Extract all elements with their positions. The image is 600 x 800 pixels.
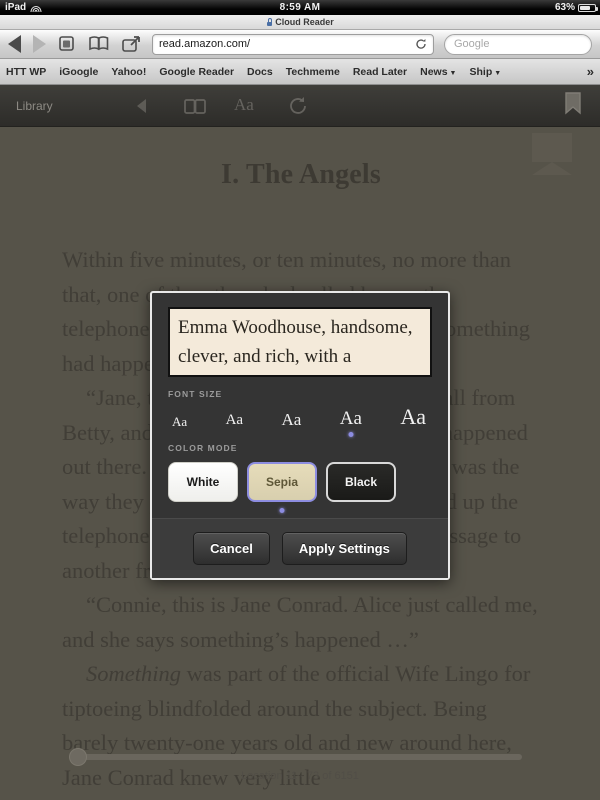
bookmark-item-igoogle[interactable]: iGoogle <box>59 66 98 78</box>
bookmark-label: Read Later <box>352 65 408 78</box>
cancel-button[interactable]: Cancel <box>193 532 270 565</box>
font-preview: Emma Woodhouse, handsome, clever, and ri… <box>168 307 432 377</box>
font-size-selected-indicator <box>348 432 354 437</box>
carrier-label: iPad <box>5 2 27 13</box>
browser-toolbar: read.amazon.com/ Google <box>0 30 600 59</box>
book-icon[interactable] <box>88 34 110 54</box>
share-icon[interactable] <box>120 34 142 54</box>
ios-status-bar: iPad 8:59 AM 63% <box>0 0 600 15</box>
font-size-option-3[interactable]: Aa <box>282 411 302 432</box>
bookmark-label: iGoogle <box>59 65 99 78</box>
bookmarks-bar: HTT WP iGoogle Yahoo! Google Reader Docs… <box>0 59 600 85</box>
bookmark-label: News <box>420 65 448 78</box>
font-size-options: Aa Aa Aa Aa Aa <box>168 402 432 437</box>
bookmark-label: Yahoo! <box>111 65 147 78</box>
font-size-option-label: Aa <box>172 414 188 429</box>
battery-percent-label: 63% <box>554 2 575 13</box>
font-size-option-4[interactable]: Aa <box>339 408 362 437</box>
font-size-option-5[interactable]: Aa <box>400 406 426 432</box>
settings-footer: Cancel Apply Settings <box>152 518 448 578</box>
font-size-option-label: Aa <box>339 408 362 429</box>
battery-icon <box>578 3 598 12</box>
forward-arrow-icon[interactable] <box>33 35 46 53</box>
back-arrow-icon[interactable] <box>130 95 156 117</box>
chevron-down-icon: ▼ <box>494 69 502 77</box>
bookmark-label: Google Reader <box>159 65 235 78</box>
bookmark-item-google-reader[interactable]: Google Reader <box>159 66 234 78</box>
status-bar-left: iPad <box>5 2 42 13</box>
url-text: read.amazon.com/ <box>159 38 251 50</box>
tabs-icon[interactable] <box>56 34 78 54</box>
font-size-option-1[interactable]: Aa <box>172 415 187 432</box>
search-input[interactable]: Google <box>444 33 592 55</box>
window-title-bar: Cloud Reader <box>0 15 600 30</box>
font-size-option-label: Aa <box>281 410 302 429</box>
font-size-option-label: Aa <box>400 404 426 429</box>
reader-settings-dialog: Emma Woodhouse, handsome, clever, and ri… <box>150 291 450 580</box>
color-mode-label: COLOR MODE <box>168 443 238 453</box>
bookmark-label: Ship <box>469 65 493 78</box>
color-mode-selected-indicator <box>279 508 285 513</box>
bookmark-label: Docs <box>247 65 273 78</box>
lock-icon <box>266 18 273 26</box>
font-size-label: FONT SIZE <box>168 389 223 399</box>
bookmark-item-htt-wp[interactable]: HTT WP <box>6 66 46 78</box>
bookmark-item-news[interactable]: News ▼ <box>420 66 456 78</box>
status-bar-right: 63% <box>554 2 598 13</box>
color-mode-white-button[interactable]: White <box>168 462 238 502</box>
bookmark-item-read-later[interactable]: Read Later <box>353 66 407 78</box>
bookmark-item-ship[interactable]: Ship ▼ <box>469 66 501 78</box>
font-preview-text: Emma Woodhouse, handsome, clever, and ri… <box>178 317 413 367</box>
color-mode-black-button[interactable]: Black <box>326 462 396 502</box>
reload-icon[interactable] <box>415 38 427 50</box>
settings-body: Emma Woodhouse, handsome, clever, and ri… <box>152 293 448 518</box>
url-bar[interactable]: read.amazon.com/ <box>152 33 434 55</box>
bookmark-item-yahoo[interactable]: Yahoo! <box>111 66 146 78</box>
bookmark-label: HTT WP <box>6 65 47 78</box>
status-bar-clock: 8:59 AM <box>279 2 321 13</box>
color-mode-label-sepia: Sepia <box>265 475 298 489</box>
reader-tool-group: Aa <box>130 95 312 117</box>
back-arrow-icon[interactable] <box>8 35 21 53</box>
sync-icon[interactable] <box>286 95 312 117</box>
chevron-down-icon: ▼ <box>449 69 457 77</box>
font-size-option-label: Aa <box>225 412 244 428</box>
page-title: Cloud Reader <box>275 17 334 27</box>
color-mode-label-white: White <box>186 475 220 489</box>
search-placeholder: Google <box>454 38 490 50</box>
book-view-icon[interactable] <box>182 95 208 117</box>
bookmark-item-techmeme[interactable]: Techmeme <box>286 66 340 78</box>
color-mode-sepia-button[interactable]: Sepia <box>247 462 317 513</box>
bookmarks-overflow-button[interactable]: » <box>587 64 594 79</box>
apply-settings-button[interactable]: Apply Settings <box>281 532 407 565</box>
library-button[interactable]: Library <box>16 99 116 113</box>
bookmark-item-docs[interactable]: Docs <box>247 66 273 78</box>
color-mode-label-black: Black <box>344 475 378 489</box>
color-mode-options: White Sepia Black <box>168 462 432 513</box>
font-size-option-2[interactable]: Aa <box>226 413 244 432</box>
font-settings-icon[interactable]: Aa <box>234 95 260 117</box>
bookmark-icon[interactable] <box>562 91 584 120</box>
wifi-icon <box>30 3 42 12</box>
bookmark-label: Techmeme <box>285 65 340 78</box>
reader-toolbar: Library Aa <box>0 85 600 127</box>
